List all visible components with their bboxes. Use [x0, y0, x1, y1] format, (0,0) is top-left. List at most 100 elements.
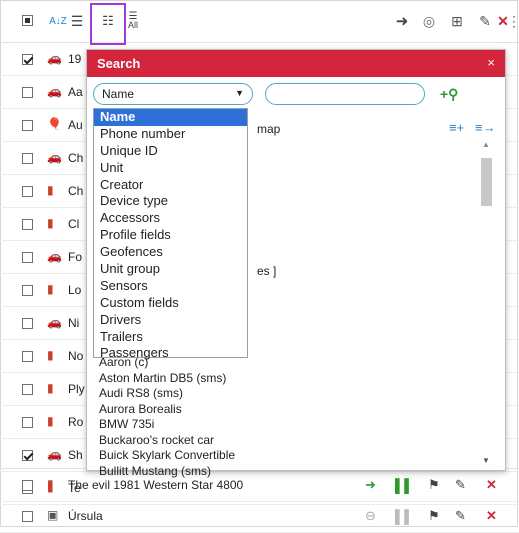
search-criterion-value: Name [102, 87, 135, 101]
unit-checkbox[interactable] [22, 120, 33, 131]
unit-checkbox[interactable] [22, 285, 33, 296]
criterion-option[interactable]: Drivers [94, 312, 247, 329]
unit-checkbox[interactable] [22, 153, 33, 164]
unit-row[interactable]: ▣ Úrsula ⊖ ▌▌ ⚑ ✎ ✕ [0, 500, 519, 533]
unit-name[interactable]: Ro [68, 415, 83, 429]
export-icon[interactable]: ⊞ [448, 10, 466, 32]
unit-checkbox[interactable] [22, 351, 33, 362]
phone-icon: ▮ [47, 216, 54, 230]
show-all-icon[interactable]: ☰ All [124, 10, 142, 32]
add-search-icon[interactable]: +⚲ [440, 86, 458, 103]
more-icon[interactable]: ⋮ [507, 10, 519, 32]
criterion-option[interactable]: Name [94, 109, 247, 126]
phone-icon: ▮ [47, 477, 54, 491]
wrench-icon[interactable]: ✎ [455, 508, 466, 524]
criterion-option[interactable]: Phone number [94, 126, 247, 143]
unit-name[interactable]: Úrsula [68, 509, 103, 523]
unit-name[interactable]: Sh [68, 448, 83, 462]
add-all-icon[interactable]: ≡+ [449, 120, 464, 135]
balloon-icon: 🎈 [47, 117, 62, 131]
arrow-right-circle-icon[interactable]: ➜ [394, 10, 410, 32]
criterion-option[interactable]: Sensors [94, 278, 247, 295]
add-selected-icon[interactable]: ≡→ [475, 120, 496, 135]
scrollbar[interactable]: ▲ ▼ [479, 140, 495, 465]
unit-name[interactable]: Au [68, 118, 83, 132]
criterion-option[interactable]: Device type [94, 193, 247, 210]
scroll-up-icon[interactable]: ▲ [482, 140, 490, 149]
unit-name[interactable]: Lo [68, 283, 81, 297]
car-icon: 🚗 [47, 249, 62, 263]
unit-checkbox[interactable] [22, 318, 33, 329]
unit-checkbox[interactable] [22, 417, 33, 428]
close-icon[interactable]: × [487, 55, 495, 70]
unit-checkbox[interactable] [22, 450, 33, 461]
unit-name[interactable]: Ch [68, 151, 83, 165]
search-dialog: Search × Name ▼ +⚲ map ≡+ ≡→ es ] Aaron … [86, 49, 506, 478]
search-input[interactable] [265, 83, 425, 105]
unit-name[interactable]: Fo [68, 250, 82, 264]
search-dialog-title: Search [97, 56, 141, 71]
unit-checkbox[interactable] [22, 219, 33, 230]
phone-icon: ▮ [47, 282, 54, 296]
unit-name[interactable]: Ply [68, 382, 85, 396]
search-dialog-header: Search × [87, 50, 505, 77]
unit-name[interactable]: Aa [68, 85, 83, 99]
search-result-item[interactable]: BMW 735i [93, 417, 473, 433]
car-icon: 🚗 [47, 84, 62, 98]
person-icon: ▣ [47, 508, 59, 522]
unit-checkbox[interactable] [22, 384, 33, 395]
sort-az-icon[interactable]: A↓Z [48, 10, 68, 32]
search-result-item[interactable]: Aurora Borealis [93, 402, 473, 418]
criterion-option[interactable]: Unit group [94, 261, 247, 278]
search-result-item[interactable]: Aston Martin DB5 (sms) [93, 371, 473, 387]
criterion-option[interactable]: Creator [94, 177, 247, 194]
delete-icon[interactable]: ✕ [486, 508, 497, 524]
search-result-item[interactable]: Bullitt Mustang (sms) [93, 464, 473, 480]
unit-name[interactable]: Ch [68, 184, 83, 198]
signal-icon: ▌▌ [395, 508, 414, 524]
unit-checkbox[interactable] [22, 480, 33, 491]
search-criterion-select[interactable]: Name ▼ [93, 83, 253, 105]
unit-checkbox[interactable] [22, 511, 33, 522]
car-icon: 🚗 [47, 315, 62, 329]
phone-icon: ▮ [47, 414, 54, 428]
tracking-icon[interactable]: ◎ [420, 10, 438, 32]
delete-icon[interactable]: ✕ [486, 477, 497, 493]
unit-checkbox[interactable] [22, 186, 33, 197]
chevron-down-icon: ▼ [235, 88, 244, 98]
arrow-right-circle-icon[interactable]: ⊖ [365, 508, 376, 524]
flag-icon[interactable]: ⚑ [428, 508, 440, 524]
wrench-icon[interactable]: ✎ [476, 10, 494, 32]
search-results-list: Aaron (c) Aston Martin DB5 (sms) Audi RS8 … [93, 355, 473, 479]
criterion-option[interactable]: Unit [94, 160, 247, 177]
unit-name[interactable]: 19 [68, 52, 81, 66]
criterion-dropdown-list: Name Phone number Unique ID Unit Creator Devi… [93, 108, 248, 360]
search-result-item[interactable]: Buick Skylark Convertible [93, 448, 473, 464]
unit-name[interactable]: No [68, 349, 83, 363]
scroll-thumb[interactable] [481, 158, 492, 206]
unit-checkbox[interactable] [22, 87, 33, 98]
criterion-option[interactable]: Trailers [94, 329, 247, 346]
scroll-down-icon[interactable]: ▼ [482, 456, 490, 465]
unit-name[interactable]: The evil 1981 Western Star 4800 [68, 478, 243, 492]
criterion-option[interactable]: Geofences [94, 244, 247, 261]
wrench-icon[interactable]: ✎ [455, 477, 466, 493]
unit-name[interactable]: Ni [68, 316, 79, 330]
add-to-list-icon[interactable]: ☷ [97, 10, 119, 32]
criterion-option[interactable]: Unique ID [94, 143, 247, 160]
unit-name[interactable]: Cl [68, 217, 79, 231]
phone-icon: ▮ [47, 183, 54, 197]
criterion-option[interactable]: Accessors [94, 210, 247, 227]
unit-checkbox[interactable] [22, 54, 33, 65]
criterion-option[interactable]: Custom fields [94, 295, 247, 312]
flag-icon[interactable]: ⚑ [428, 477, 440, 493]
search-result-item[interactable]: Buckaroo's rocket car [93, 433, 473, 449]
select-all-checkbox[interactable] [22, 15, 33, 26]
search-result-item[interactable]: Audi RS8 (sms) [93, 386, 473, 402]
unit-checkbox[interactable] [22, 252, 33, 263]
unit-list-toolbar: A↓Z ☰ ☷ ☰ All ➜ ◎ ⊞ ✎ ✕ ⋮ [0, 0, 519, 45]
arrow-right-circle-icon[interactable]: ➜ [365, 477, 376, 493]
criterion-option[interactable]: Passengers [94, 345, 247, 362]
criterion-option[interactable]: Profile fields [94, 227, 247, 244]
list-icon[interactable]: ☰ [68, 10, 86, 32]
